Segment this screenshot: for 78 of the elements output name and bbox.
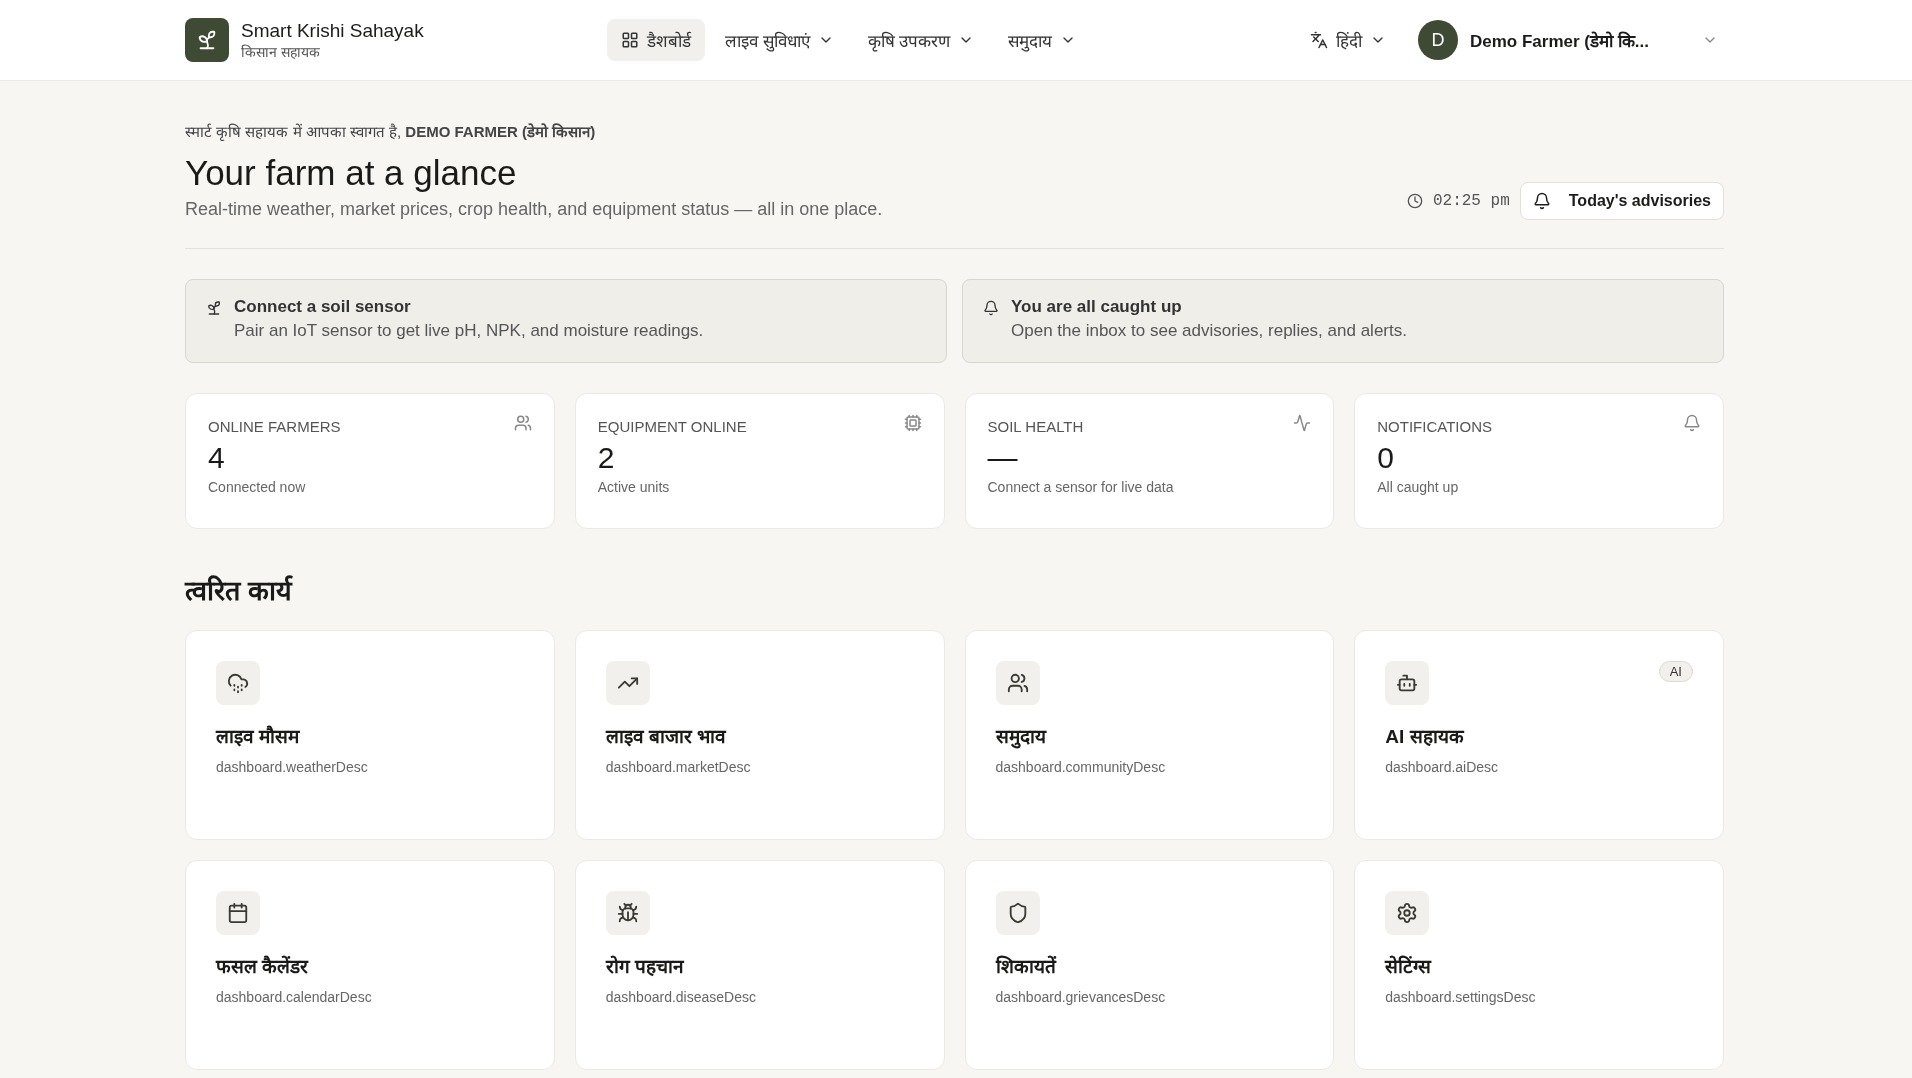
users-icon bbox=[995, 661, 1040, 705]
stat-note: Active units bbox=[597, 479, 671, 495]
stat-label: NOTIFICATIONS bbox=[1377, 418, 1492, 435]
rain-cloud-icon bbox=[216, 661, 260, 705]
translate-icon bbox=[1310, 31, 1328, 49]
quick-action-card[interactable]: शिकायतें dashboard.grievancesDesc bbox=[964, 860, 1335, 1070]
card-title: लाइव बाजार भाव bbox=[605, 725, 727, 749]
settings-icon bbox=[1385, 891, 1430, 935]
quick-action-card[interactable]: फसल कैलेंडर dashboard.calendarDesc bbox=[185, 860, 555, 1070]
stat-value: 2 bbox=[597, 441, 616, 475]
info-banner[interactable]: Connect a soil sensor Pair an IoT sensor to get live pH, NPK, and moisture readings. bbox=[185, 279, 947, 363]
advisories-button[interactable]: Today's advisories bbox=[1519, 182, 1724, 220]
card-description: dashboard.settingsDesc bbox=[1385, 989, 1536, 1005]
robot-icon bbox=[1385, 661, 1430, 705]
stat-note: Connect a sensor for live data bbox=[987, 479, 1175, 495]
stat-value: 0 bbox=[1377, 441, 1395, 475]
user-name: Demo Farmer (डेमो कि... bbox=[1470, 30, 1650, 52]
shield-icon bbox=[995, 891, 1040, 935]
quick-action-card[interactable]: समुदाय dashboard.communityDesc bbox=[964, 630, 1335, 840]
stat-note: Connected now bbox=[208, 479, 307, 495]
card-title: सेटिंग्स bbox=[1385, 954, 1432, 979]
app-title: Smart Krishi Sahayak bbox=[241, 19, 424, 42]
user-menu[interactable]: D Demo Farmer (डेमो कि... bbox=[1412, 19, 1724, 61]
grid-icon bbox=[621, 31, 639, 49]
card-title: फसल कैलेंडर bbox=[216, 954, 309, 979]
stat-value: — bbox=[987, 441, 1019, 475]
welcome-text: स्मार्ट कृषि सहायक में आपका स्वागत है, DEMO FARMER (डेमो किसान) bbox=[185, 122, 597, 141]
banner-title: You are all caught up bbox=[1011, 297, 1183, 317]
card-description: dashboard.communityDesc bbox=[995, 759, 1166, 775]
page-title: Your farm at a glance bbox=[185, 153, 518, 193]
language-selector[interactable]: हिंदी bbox=[1304, 27, 1392, 53]
stat-label: ONLINE FARMERS bbox=[208, 418, 341, 435]
bell-icon bbox=[1683, 414, 1701, 432]
logo[interactable] bbox=[185, 18, 229, 62]
section-title: त्वरित कार्य bbox=[185, 574, 294, 608]
info-banner[interactable]: You are all caught up Open the inbox to see advisories, replies, and alerts. bbox=[962, 279, 1724, 363]
card-description: dashboard.marketDesc bbox=[605, 759, 751, 775]
card-description: dashboard.grievancesDesc bbox=[995, 989, 1166, 1005]
card-description: dashboard.calendarDesc bbox=[216, 989, 372, 1005]
calendar-icon bbox=[216, 891, 260, 935]
sprout-icon bbox=[206, 300, 222, 316]
banner-text: Open the inbox to see advisories, replies, and alerts. bbox=[1011, 321, 1407, 341]
quick-action-card[interactable]: AI सहायक dashboard.aiDesc AI bbox=[1354, 630, 1724, 840]
card-title: शिकायतें bbox=[995, 954, 1056, 979]
nav-item[interactable]: कृषि उपकरण bbox=[853, 19, 989, 61]
nav-item[interactable]: डैशबोर्ड bbox=[607, 19, 705, 61]
card-title: AI सहायक bbox=[1385, 725, 1464, 749]
quick-action-card[interactable]: सेटिंग्स dashboard.settingsDesc bbox=[1354, 860, 1724, 1070]
clock-icon bbox=[1406, 193, 1423, 209]
page-subtitle: Real-time weather, market prices, crop health, and equipment status — all in one place. bbox=[185, 199, 883, 220]
chip-icon bbox=[903, 414, 922, 432]
pulse-icon bbox=[1293, 414, 1312, 432]
stat-value: 4 bbox=[208, 441, 226, 475]
quick-action-card[interactable]: लाइव बाजार भाव dashboard.marketDesc bbox=[574, 630, 945, 840]
card-title: रोग पहचान bbox=[605, 954, 685, 979]
bug-icon bbox=[605, 891, 650, 935]
stat-label: EQUIPMENT ONLINE bbox=[597, 418, 747, 435]
card-description: dashboard.weatherDesc bbox=[216, 759, 368, 775]
banner-text: Pair an IoT sensor to get live pH, NPK, and moisture readings. bbox=[234, 321, 704, 341]
trending-up-icon bbox=[605, 661, 650, 705]
card-title: लाइव मौसम bbox=[216, 724, 300, 749]
nav-item[interactable]: लाइव सुविधाएं bbox=[711, 19, 848, 61]
app-subtitle: किसान सहायक bbox=[241, 42, 321, 61]
card-title: समुदाय bbox=[995, 725, 1046, 749]
current-time: 02:25 pm bbox=[1432, 192, 1510, 210]
users-icon bbox=[513, 414, 532, 432]
quick-action-card[interactable]: रोग पहचान dashboard.diseaseDesc bbox=[574, 860, 945, 1070]
stat-label: SOIL HEALTH bbox=[987, 418, 1084, 435]
card-description: dashboard.diseaseDesc bbox=[605, 989, 756, 1005]
quick-action-card[interactable]: लाइव मौसम dashboard.weatherDesc bbox=[185, 630, 555, 840]
card-description: dashboard.aiDesc bbox=[1385, 759, 1499, 775]
stat-note: All caught up bbox=[1377, 479, 1460, 495]
bell-icon bbox=[1532, 192, 1551, 210]
bell-icon bbox=[983, 300, 999, 316]
badge: AI bbox=[1658, 661, 1693, 682]
avatar: D bbox=[1418, 20, 1458, 60]
nav-item[interactable]: समुदाय bbox=[994, 19, 1091, 61]
banner-title: Connect a soil sensor bbox=[234, 297, 412, 317]
